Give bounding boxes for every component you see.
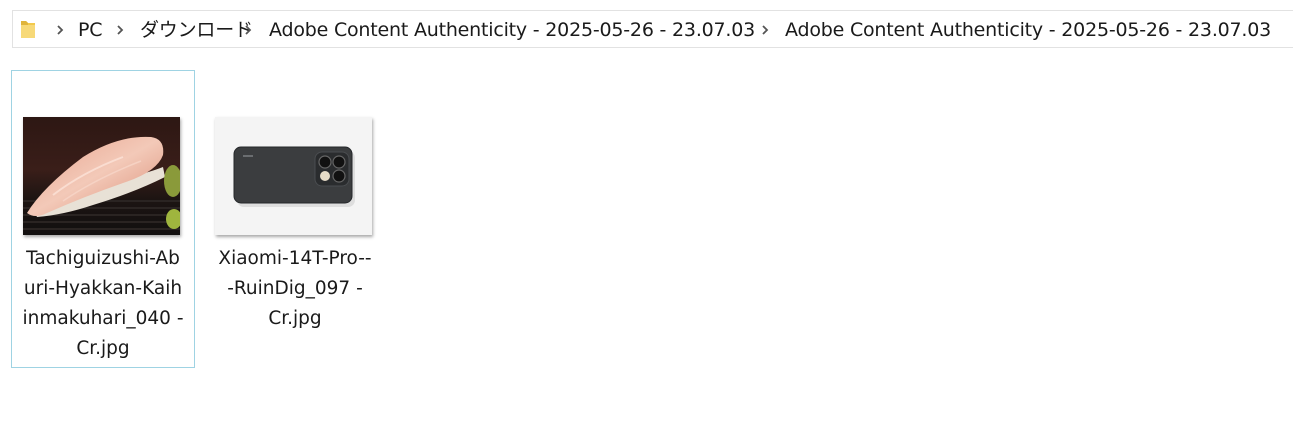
file-name-line: uri-Hyakkan-Kaih <box>23 278 183 299</box>
file-name-line: inmakuhari_040 - <box>22 308 184 329</box>
chevron-right-icon[interactable] <box>115 24 125 36</box>
file-name-line: Tachiguizushi-Ab <box>26 248 180 269</box>
breadcrumb-item-downloads[interactable]: ダウンロード <box>140 11 253 49</box>
file-name-line: Xiaomi-14T-Pro-- <box>218 248 372 269</box>
file-thumbnail <box>215 117 372 235</box>
sushi-photo <box>23 117 180 235</box>
breadcrumb-item-folder-1[interactable]: Adobe Content Authenticity - 2025-05-26 … <box>269 11 755 49</box>
file-name-line: Cr.jpg <box>268 308 322 329</box>
file-name-line: -RuinDig_097 - <box>227 278 363 299</box>
file-name-line: Cr.jpg <box>76 338 130 359</box>
chevron-right-icon[interactable] <box>760 24 770 36</box>
file-explorer-window: PC ダウンロード Adobe Content Authenticity - 2… <box>0 0 1293 440</box>
file-name: Tachiguizushi-Ab uri-Hyakkan-Kaih inmaku… <box>12 244 194 364</box>
file-item[interactable]: Tachiguizushi-Ab uri-Hyakkan-Kaih inmaku… <box>11 70 195 368</box>
phone-photo <box>215 117 372 235</box>
breadcrumb-item-folder-2[interactable]: Adobe Content Authenticity - 2025-05-26 … <box>785 11 1271 49</box>
address-bar[interactable]: PC ダウンロード Adobe Content Authenticity - 2… <box>12 10 1293 48</box>
file-item[interactable]: Xiaomi-14T-Pro-- -RuinDig_097 - Cr.jpg <box>203 70 387 368</box>
breadcrumb-item-pc[interactable]: PC <box>78 11 103 49</box>
file-name: Xiaomi-14T-Pro-- -RuinDig_097 - Cr.jpg <box>204 244 386 334</box>
chevron-right-icon[interactable] <box>55 24 65 36</box>
chevron-right-icon[interactable] <box>243 24 253 36</box>
folder-icon <box>21 21 35 38</box>
file-thumbnail <box>23 117 180 235</box>
